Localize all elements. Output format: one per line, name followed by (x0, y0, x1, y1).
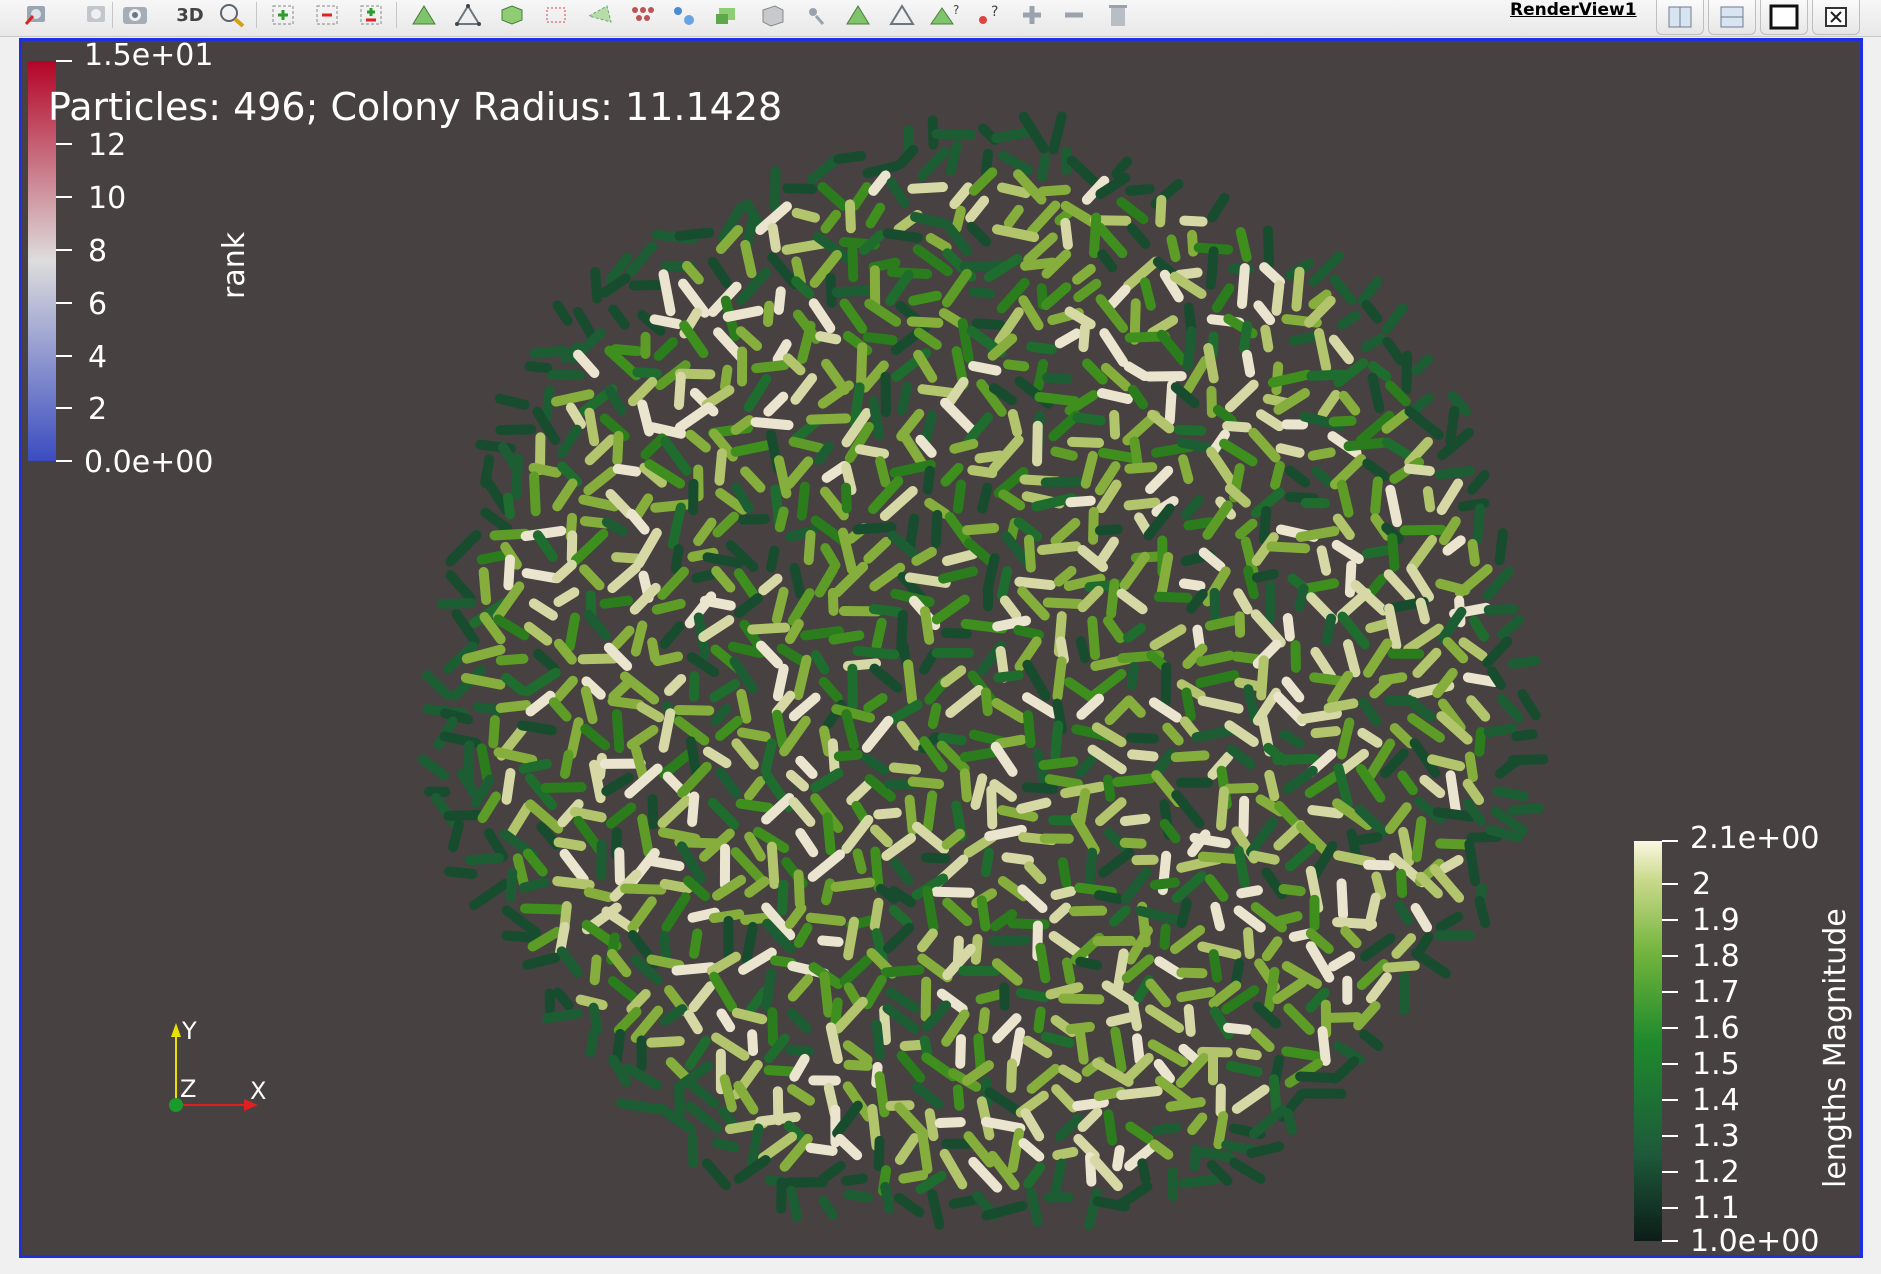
3d-mode-label: 3D (176, 4, 204, 26)
rank-legend-title: rank (217, 231, 252, 299)
select-points-icon[interactable] (886, 0, 918, 30)
select-cells-frustum-icon[interactable] (496, 0, 528, 30)
grow-selection-plus-icon[interactable] (1016, 0, 1048, 30)
svg-text:?: ? (953, 3, 959, 17)
rank-tick-2: 2 (88, 392, 107, 427)
lengths-tick-1-2: 1.2 (1692, 1155, 1740, 1190)
add-selection-icon[interactable] (268, 0, 300, 30)
shrink-selection-icon[interactable] (842, 0, 874, 30)
query-cells-icon[interactable]: ? (928, 0, 962, 30)
close-icon[interactable] (1812, 0, 1860, 35)
axis-z-label: Z (180, 1075, 196, 1103)
rank-tick-10: 10 (88, 181, 126, 216)
select-cells-on-icon[interactable] (408, 0, 440, 30)
lengths-tick-1-6: 1.6 (1692, 1011, 1740, 1046)
split-horizontal-icon[interactable] (1656, 0, 1704, 35)
lengths-min-label: 1.0e+00 (1690, 1224, 1819, 1255)
select-points-on-icon[interactable] (452, 0, 484, 30)
hover-points-icon[interactable] (712, 0, 744, 30)
capture-screenshot-icon[interactable] (118, 0, 152, 30)
split-vertical-icon[interactable] (1708, 0, 1756, 35)
lengths-tick-1-7: 1.7 (1692, 975, 1740, 1010)
lengths-tick-1-1: 1.1 (1692, 1191, 1740, 1226)
axis-x-label: X (250, 1077, 266, 1105)
particle-count-annotation: Particles: 496; Colony Radius: 11.1428 (48, 85, 783, 129)
view-toolbar: 3D ? ? RenderView1 (0, 0, 1881, 37)
reset-camera-icon[interactable] (20, 0, 52, 30)
lengths-legend: 2.1e+00 2 1.9 1.8 1.7 1.6 1.5 1.4 1.3 1.… (1634, 821, 1853, 1255)
render-canvas[interactable]: 1.5e+01 12 10 8 6 4 2 0.0e+00 rank 2.1e+… (22, 41, 1860, 1255)
subtract-selection-icon[interactable] (312, 0, 344, 30)
rank-min-label: 0.0e+00 (84, 445, 213, 480)
rank-max-label: 1.5e+01 (84, 41, 213, 73)
lengths-colorbar (1634, 841, 1662, 1241)
rank-tick-4: 4 (88, 340, 107, 375)
svg-text:?: ? (991, 4, 998, 20)
select-polygon-icon[interactable] (584, 0, 616, 30)
clear-selection-icon[interactable] (1102, 0, 1134, 30)
interactive-select-icon[interactable] (668, 0, 700, 30)
toggle-selection-icon[interactable] (356, 0, 388, 30)
zoom-to-box-icon[interactable] (216, 0, 248, 30)
select-points-frustum-icon[interactable] (540, 0, 572, 30)
lengths-tick-1-8: 1.8 (1692, 939, 1740, 974)
query-points-icon[interactable]: ? (972, 0, 1006, 30)
status-strip (0, 1262, 1881, 1274)
toggle-3d-button[interactable]: 3D (170, 0, 210, 30)
undo-camera-icon[interactable] (80, 0, 112, 30)
shrink-selection-minus-icon[interactable] (1058, 0, 1090, 30)
hover-cells-icon[interactable] (756, 0, 788, 30)
orientation-axes: Y X Z (169, 1017, 266, 1112)
render-view-name[interactable]: RenderView1 (1510, 0, 1637, 20)
lengths-max-label: 2.1e+00 (1690, 821, 1819, 856)
lengths-tick-2: 2 (1692, 867, 1711, 902)
grow-selection-icon[interactable] (800, 0, 832, 30)
rank-tick-12: 12 (88, 128, 126, 163)
rank-tick-6: 6 (88, 287, 107, 322)
lengths-legend-title: lengths Magnitude (1818, 908, 1853, 1188)
lengths-tick-1-3: 1.3 (1692, 1119, 1740, 1154)
render-view[interactable]: 1.5e+01 12 10 8 6 4 2 0.0e+00 rank 2.1e+… (19, 38, 1863, 1258)
axis-y-label: Y (181, 1017, 197, 1045)
lengths-tick-1-4: 1.4 (1692, 1083, 1740, 1118)
rank-tick-8: 8 (88, 234, 107, 269)
maximize-icon[interactable] (1760, 0, 1808, 35)
lengths-tick-1-5: 1.5 (1692, 1047, 1740, 1082)
select-blocks-icon[interactable] (626, 0, 658, 30)
bacterial-colony (417, 111, 1549, 1231)
lengths-tick-1-9: 1.9 (1692, 903, 1740, 938)
